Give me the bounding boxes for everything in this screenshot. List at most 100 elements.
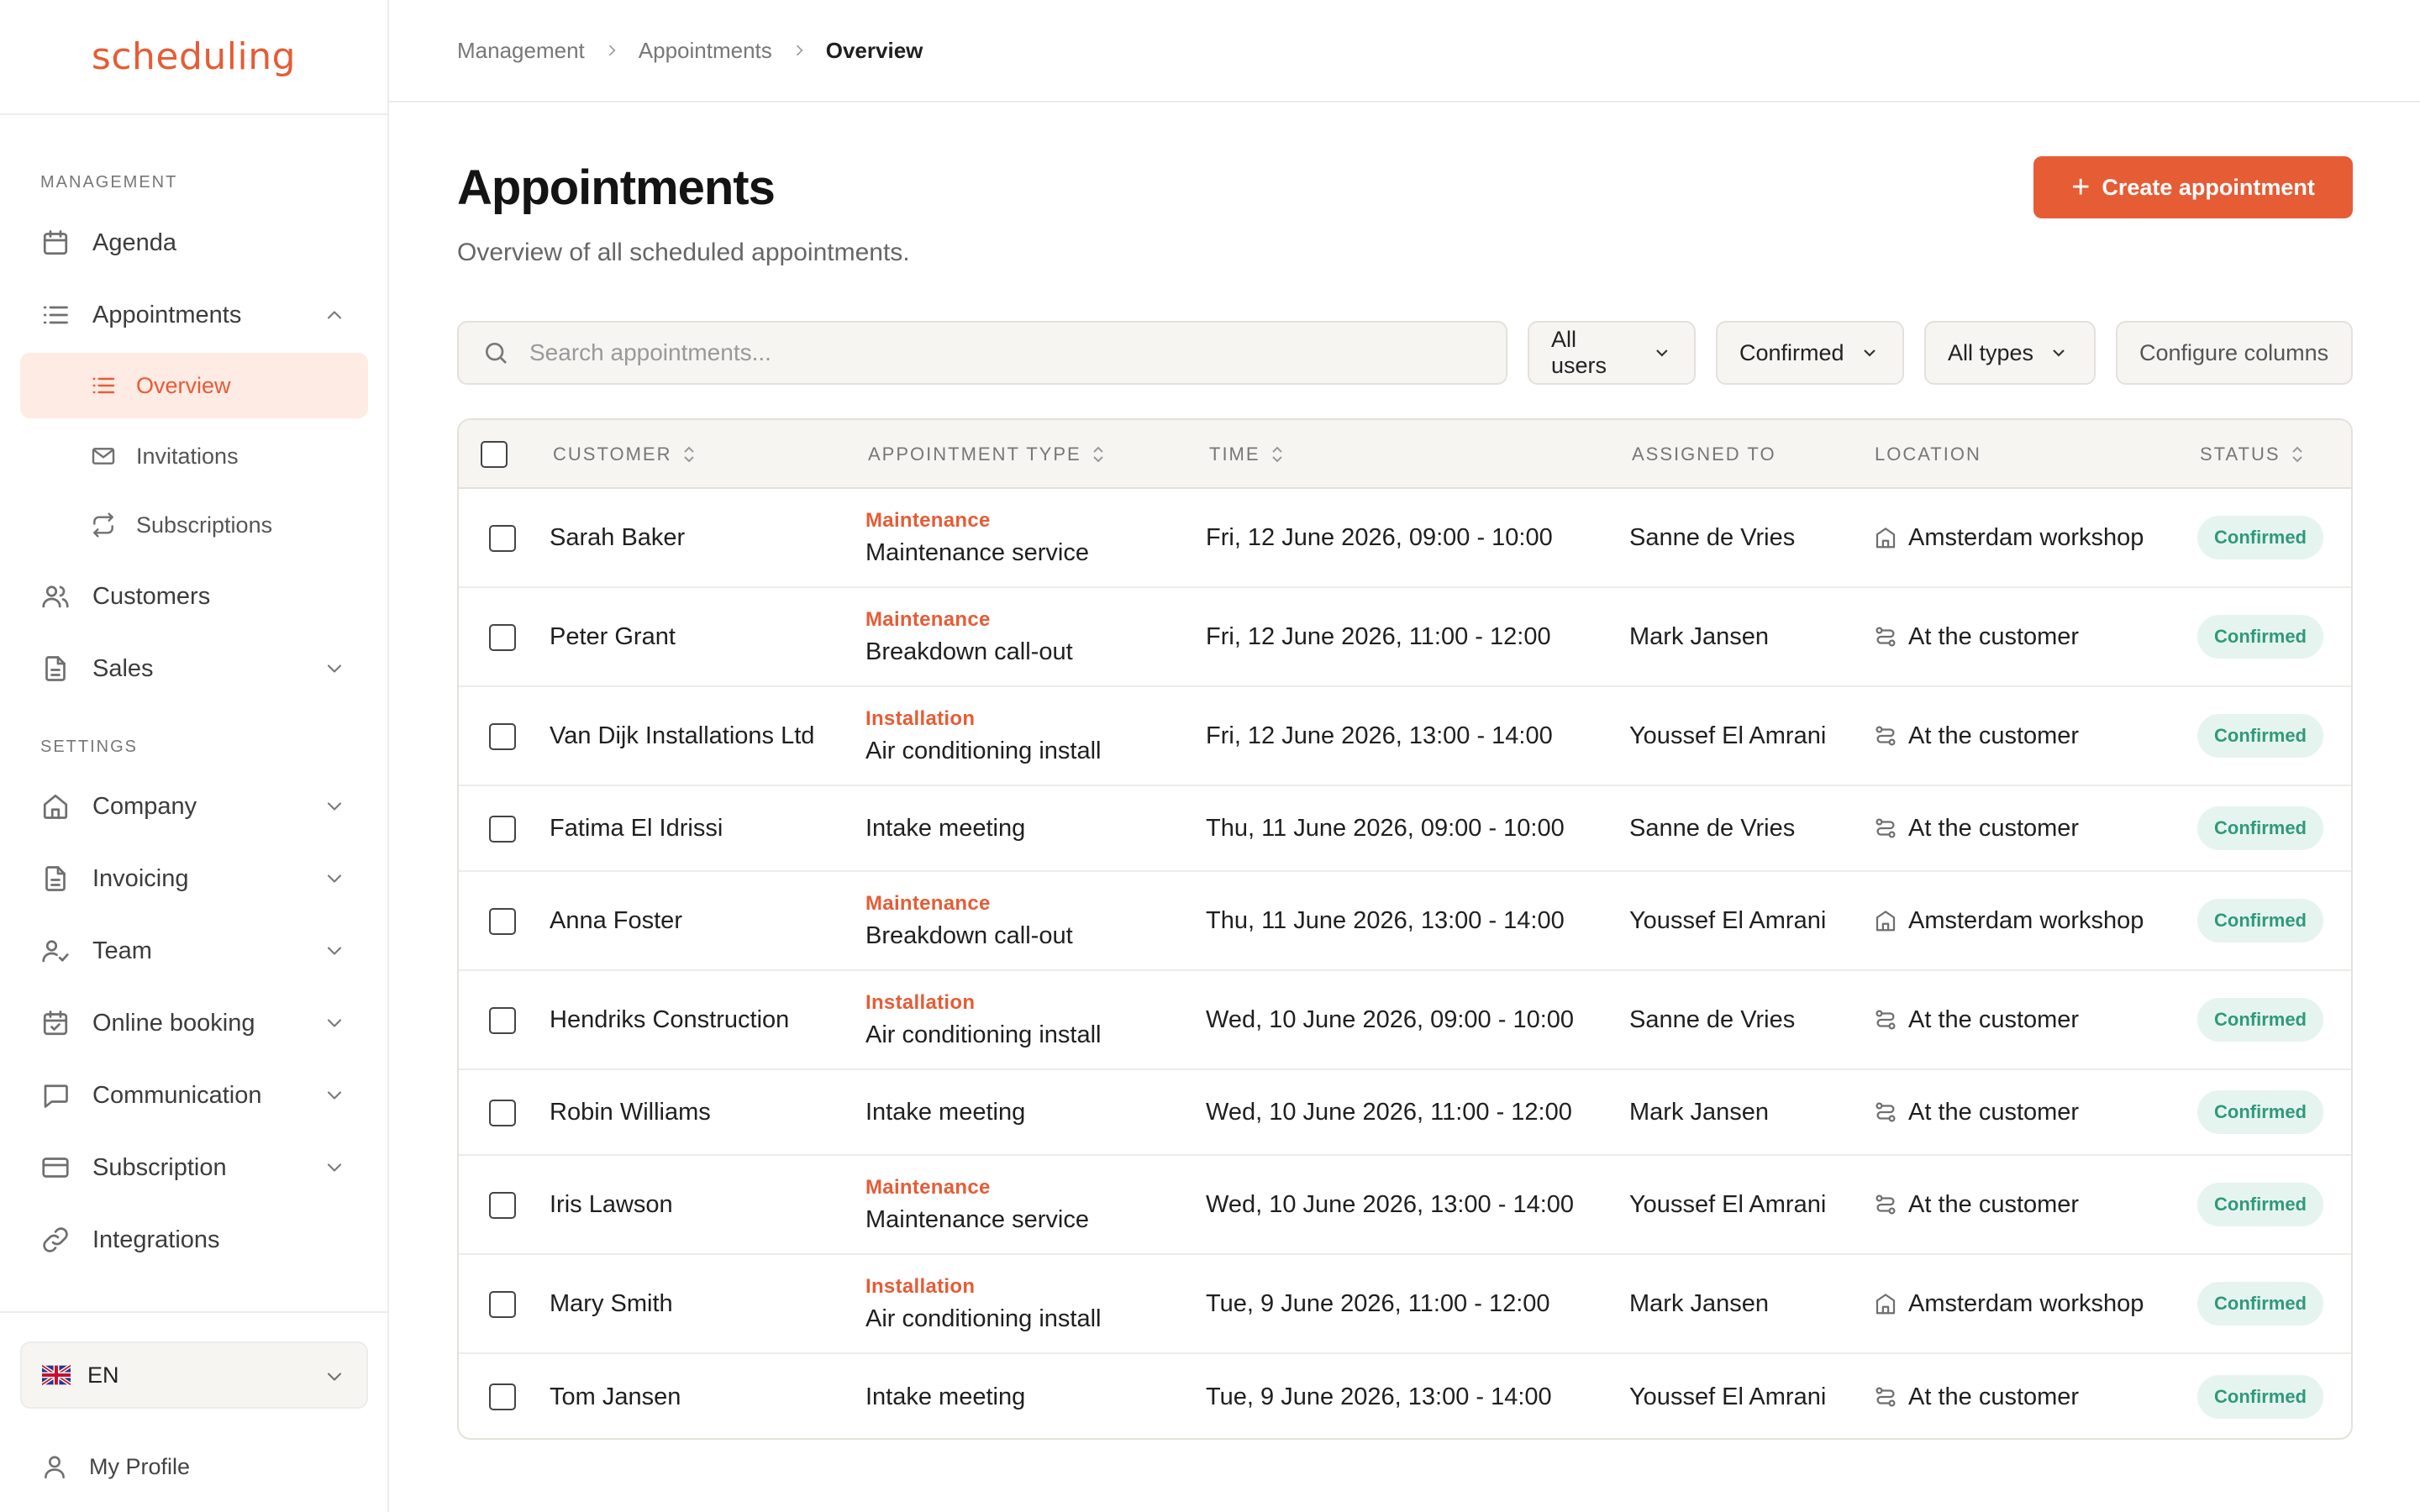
sort-icon	[2291, 446, 2302, 463]
profile-label: My Profile	[89, 1453, 191, 1479]
chevron-down-icon	[323, 1084, 346, 1107]
types-filter-label: All types	[1948, 339, 2034, 365]
time-cell: Wed, 10 June 2026, 09:00 - 10:00	[1206, 1005, 1575, 1033]
appointment-type-cell: Intake meeting	[865, 1354, 1025, 1438]
status-cell: Confirmed	[2197, 489, 2323, 586]
types-filter[interactable]: All types	[1924, 321, 2096, 385]
location-cell: Amsterdam workshop	[1873, 872, 2144, 969]
sidebar-item-subscription[interactable]: Subscription	[20, 1137, 368, 1198]
row-checkbox[interactable]	[489, 1100, 516, 1126]
table-row[interactable]: Peter Grant Maintenance Breakdown call-out…	[459, 588, 2351, 687]
sidebar-item-company[interactable]: Company	[20, 776, 368, 837]
users-filter[interactable]: All users	[1528, 321, 1696, 385]
column-label: LOCATION	[1875, 444, 1981, 465]
appointment-category: Maintenance	[865, 891, 991, 915]
chevron-down-icon	[323, 867, 346, 890]
sidebar-item-invoicing[interactable]: Invoicing	[20, 848, 368, 909]
search-box	[457, 321, 1507, 385]
location-label: Amsterdam workshop	[1908, 906, 2144, 934]
location-cell: At the customer	[1873, 786, 2079, 870]
time-cell: Tue, 9 June 2026, 11:00 - 12:00	[1206, 1289, 1550, 1317]
breadcrumb-management[interactable]: Management	[457, 38, 585, 64]
status-badge: Confirmed	[2197, 1090, 2323, 1134]
table-row[interactable]: Robin Williams Intake meeting Wed, 10 June…	[459, 1070, 2351, 1156]
sidebar-item-label: Online booking	[92, 1009, 255, 1037]
location-label: Amsterdam workshop	[1908, 523, 2144, 551]
location-label: At the customer	[1908, 722, 2080, 749]
table-row[interactable]: Sarah Baker Maintenance Maintenance servic…	[459, 489, 2351, 588]
credit-card-icon	[40, 1152, 71, 1183]
row-checkbox[interactable]	[489, 1291, 516, 1318]
location-label: At the customer	[1908, 1383, 2080, 1410]
row-checkbox[interactable]	[489, 816, 516, 843]
message-icon	[40, 1080, 71, 1110]
appointment-type-cell: Maintenance Breakdown call-out	[865, 872, 1073, 969]
table-row[interactable]: Hendriks Construction Installation Air con…	[459, 971, 2351, 1070]
sidebar-item-integrations[interactable]: Integrations	[20, 1210, 368, 1270]
location-label: At the customer	[1908, 622, 2080, 650]
building-icon	[1873, 908, 1898, 933]
column-customer[interactable]: CUSTOMER	[553, 420, 697, 489]
row-checkbox[interactable]	[489, 1383, 516, 1410]
row-checkbox[interactable]	[489, 723, 516, 750]
table-row[interactable]: Iris Lawson Maintenance Maintenance servic…	[459, 1156, 2351, 1255]
sidebar-item-overview[interactable]: Overview	[20, 353, 368, 418]
my-profile-link[interactable]: My Profile	[40, 1437, 190, 1496]
appointment-type-cell: Installation Air conditioning install	[865, 687, 1101, 785]
appointment-type-cell: Installation Air conditioning install	[865, 1255, 1101, 1352]
row-checkbox[interactable]	[489, 908, 516, 935]
assigned-cell: Youssef El Amrani	[1629, 906, 1827, 934]
route-icon	[1873, 1100, 1898, 1125]
breadcrumb-appointments[interactable]: Appointments	[639, 38, 772, 64]
building-icon	[1873, 1291, 1898, 1316]
row-checkbox[interactable]	[489, 624, 516, 651]
section-label-settings: SETTINGS	[40, 738, 139, 756]
table-row[interactable]: Fatima El Idrissi Intake meeting Thu, 11 J…	[459, 786, 2351, 872]
section-label-management: MANAGEMENT	[40, 173, 178, 192]
document-icon	[40, 654, 71, 684]
column-appointment-type[interactable]: APPOINTMENT TYPE	[868, 420, 1107, 489]
chevron-down-icon	[323, 657, 346, 680]
language-select[interactable]: EN	[20, 1341, 368, 1409]
sidebar-item-subscriptions[interactable]: Subscriptions	[20, 492, 368, 558]
sidebar-footer: EN My Profile	[0, 1311, 387, 1512]
status-cell: Confirmed	[2197, 1354, 2323, 1438]
logo[interactable]: scheduling	[0, 0, 387, 115]
column-label: STATUS	[2200, 444, 2281, 465]
route-icon	[1873, 624, 1898, 649]
sidebar-item-label: Subscription	[92, 1153, 227, 1181]
row-checkbox[interactable]	[489, 1007, 516, 1034]
sidebar-item-label: Agenda	[92, 228, 176, 256]
column-label: TIME	[1209, 444, 1260, 465]
sidebar-item-online-booking[interactable]: Online booking	[20, 993, 368, 1053]
select-all-checkbox[interactable]	[481, 441, 508, 468]
row-checkbox[interactable]	[489, 525, 516, 552]
sidebar-item-agenda[interactable]: Agenda	[20, 213, 368, 273]
search-input[interactable]	[529, 339, 1454, 366]
time-cell: Thu, 11 June 2026, 13:00 - 14:00	[1206, 906, 1565, 934]
search-icon	[486, 343, 507, 364]
configure-columns-button[interactable]: Configure columns	[2116, 321, 2353, 385]
route-icon	[1873, 816, 1898, 841]
table-row[interactable]: Anna Foster Maintenance Breakdown call-out…	[459, 872, 2351, 971]
table-row[interactable]: Tom Jansen Intake meeting Tue, 9 June 2026…	[459, 1354, 2351, 1438]
column-status[interactable]: STATUS	[2200, 420, 2306, 489]
appointment-type-cell: Installation Air conditioning install	[865, 971, 1101, 1068]
sidebar-item-customers[interactable]: Customers	[20, 566, 368, 627]
status-badge: Confirmed	[2197, 615, 2323, 659]
table-row[interactable]: Mary Smith Installation Air conditioning i…	[459, 1255, 2351, 1354]
sidebar-item-team[interactable]: Team	[20, 921, 368, 981]
table-row[interactable]: Van Dijk Installations Ltd Installation Ai…	[459, 687, 2351, 786]
sidebar-item-invitations[interactable]: Invitations	[20, 423, 368, 489]
status-badge: Confirmed	[2197, 714, 2323, 758]
sidebar-item-appointments[interactable]: Appointments	[20, 285, 368, 345]
column-assigned-to: ASSIGNED TO	[1632, 420, 1776, 489]
status-filter[interactable]: Confirmed	[1716, 321, 1904, 385]
customer-cell: Tom Jansen	[550, 1383, 681, 1410]
sidebar-item-sales[interactable]: Sales	[20, 638, 368, 699]
create-appointment-button[interactable]: + Create appointment	[2033, 156, 2353, 218]
row-checkbox[interactable]	[489, 1192, 516, 1219]
customer-cell: Fatima El Idrissi	[550, 814, 723, 842]
sidebar-item-communication[interactable]: Communication	[20, 1065, 368, 1126]
column-time[interactable]: TIME	[1209, 420, 1286, 489]
